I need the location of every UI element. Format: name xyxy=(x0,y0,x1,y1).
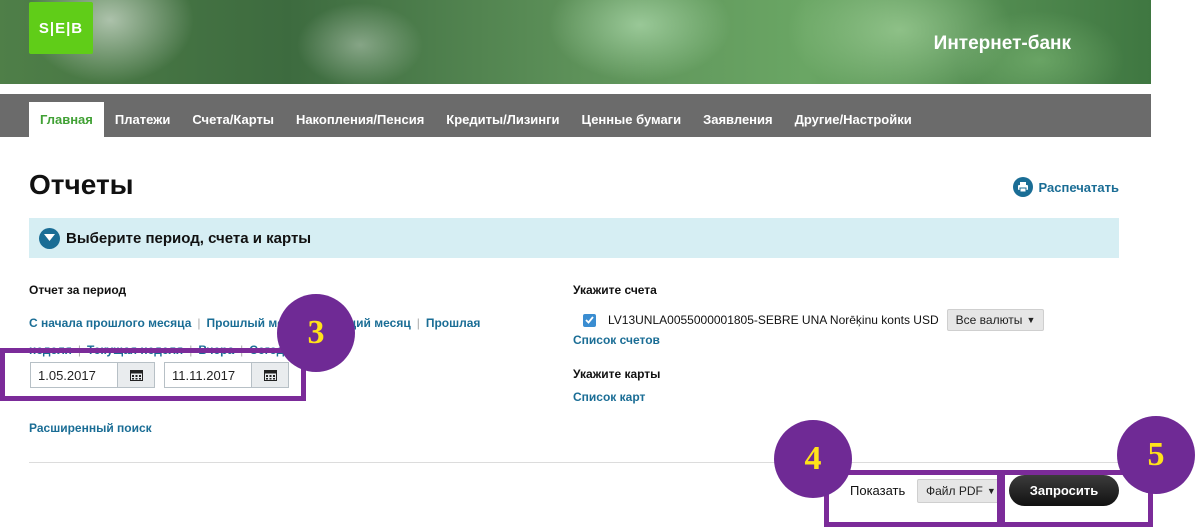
printer-icon xyxy=(1012,177,1033,197)
section-title: Выберите период, счета и карты xyxy=(66,229,312,247)
period-link-since-last-month[interactable]: С начала прошлого месяца xyxy=(29,316,191,330)
account-name: LV13UNLA0055000001805-SEBRE UNA Norēķinu… xyxy=(608,313,939,327)
seb-logo[interactable]: S|E|B xyxy=(29,2,93,54)
accounts-label: Укажите счета xyxy=(573,283,657,297)
bank-title: Интернет-банк xyxy=(933,33,1071,54)
annotation-badge-5: 5 xyxy=(1117,416,1195,494)
annotation-box-dates xyxy=(0,348,306,401)
header-banner: S|E|B Интернет-банк xyxy=(0,0,1151,84)
annotation-badge-4: 4 xyxy=(774,420,852,498)
nav-item-home[interactable]: Главная xyxy=(29,102,104,137)
cards-list-link[interactable]: Список карт xyxy=(573,390,645,404)
nav-item-payments[interactable]: Платежи xyxy=(104,102,181,137)
period-section-toggle[interactable]: Выберите период, счета и карты xyxy=(29,218,1119,258)
print-link[interactable]: Распечатать xyxy=(1012,177,1119,197)
cards-label: Укажите карты xyxy=(573,367,661,381)
chevron-down-icon xyxy=(39,227,60,249)
currency-select[interactable]: Все валюты ▼ xyxy=(946,309,1045,331)
nav-item-loans-leasing[interactable]: Кредиты/Лизинги xyxy=(435,102,570,137)
advanced-search-link[interactable]: Расширенный поиск xyxy=(29,421,152,435)
account-checkbox[interactable] xyxy=(583,313,596,327)
nav-item-applications[interactable]: Заявления xyxy=(692,102,784,137)
nav-item-securities[interactable]: Ценные бумаги xyxy=(571,102,693,137)
annotation-box-format xyxy=(824,470,1002,527)
account-row: LV13UNLA0055000001805-SEBRE UNA Norēķinu… xyxy=(583,309,1045,331)
page-title: Отчеты xyxy=(29,169,134,200)
main-nav: Главная Платежи Счета/Карты Накопления/П… xyxy=(0,94,1151,137)
accounts-list-link[interactable]: Список счетов xyxy=(573,333,660,347)
period-label: Отчет за период xyxy=(29,283,127,297)
divider xyxy=(29,462,1119,463)
nav-item-other-settings[interactable]: Другие/Настройки xyxy=(784,102,923,137)
dropdown-arrow-icon: ▼ xyxy=(1026,315,1036,325)
print-label: Распечатать xyxy=(1038,179,1119,195)
currency-select-value: Все валюты xyxy=(955,313,1023,327)
nav-item-savings-pension[interactable]: Накопления/Пенсия xyxy=(285,102,435,137)
nav-item-accounts-cards[interactable]: Счета/Карты xyxy=(181,102,285,137)
annotation-badge-3: 3 xyxy=(277,294,355,372)
